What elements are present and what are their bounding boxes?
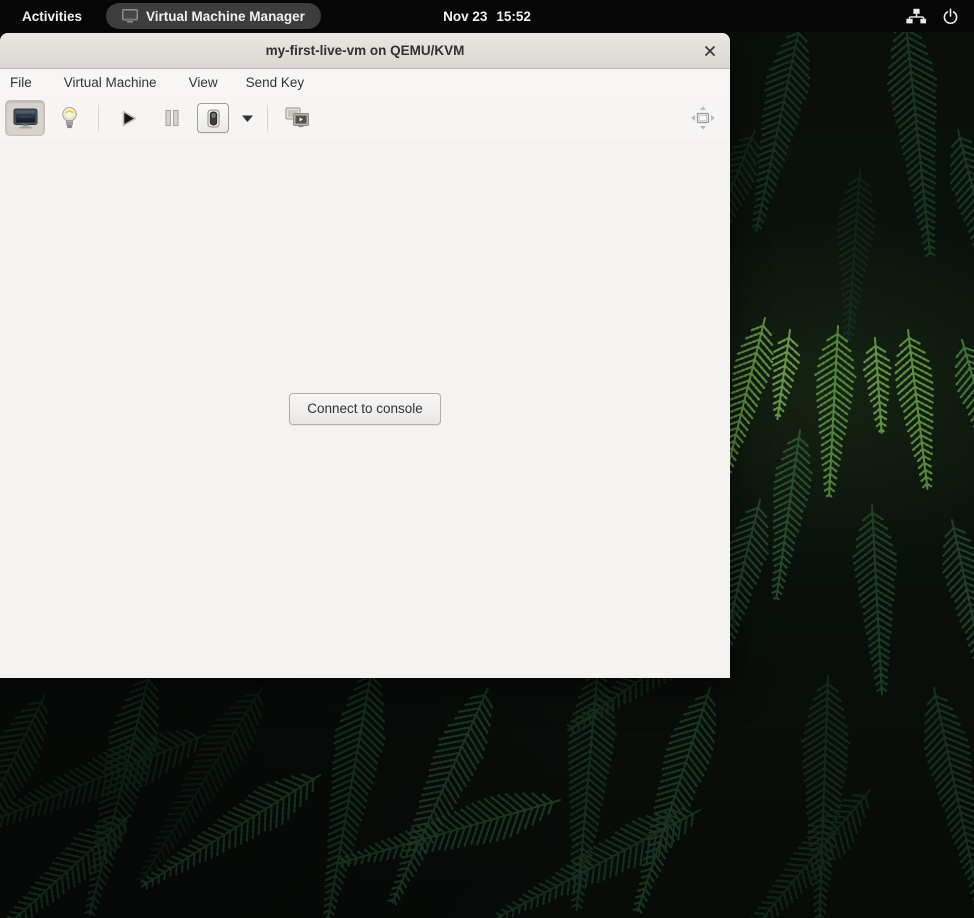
window-titlebar[interactable]: my-first-live-vm on QEMU/KVM [0, 33, 730, 69]
menu-send-key[interactable]: Send Key [236, 71, 315, 94]
menu-virtual-machine[interactable]: Virtual Machine [54, 71, 167, 94]
toolbar-separator [98, 105, 99, 131]
menu-bar: File Virtual Machine View Send Key [0, 69, 730, 96]
focused-app-label: Virtual Machine Manager [146, 9, 305, 24]
hardware-details-button[interactable] [50, 101, 88, 135]
shutdown-menu-button[interactable] [233, 103, 261, 133]
window-arrows-icon [689, 104, 717, 132]
clock[interactable]: Nov 23 15:52 [443, 9, 531, 24]
monitor-icon [13, 108, 38, 129]
window-title: my-first-live-vm on QEMU/KVM [266, 43, 465, 58]
activities-button[interactable]: Activities [18, 6, 86, 27]
clock-date: Nov 23 [443, 9, 487, 24]
close-icon [703, 44, 717, 58]
run-button [109, 101, 147, 135]
console-view-button[interactable] [6, 101, 44, 135]
chevron-down-icon [241, 114, 254, 123]
system-status-area[interactable] [906, 8, 959, 25]
vm-monitor-icon [122, 9, 138, 23]
wired-network-icon[interactable] [906, 8, 926, 24]
shutdown-button[interactable] [197, 103, 229, 133]
fullscreen-button[interactable] [278, 101, 316, 135]
clock-time: 15:52 [496, 9, 531, 24]
gnome-top-bar: Activities Virtual Machine Manager Nov 2… [0, 0, 974, 32]
pause-button [153, 101, 191, 135]
toolbar-separator [267, 105, 268, 131]
menu-view[interactable]: View [179, 71, 228, 94]
vm-console-window: my-first-live-vm on QEMU/KVM File Virtua… [0, 33, 730, 678]
menu-file[interactable]: File [0, 71, 42, 94]
focused-app-button[interactable]: Virtual Machine Manager [106, 3, 321, 29]
dual-monitor-icon [285, 107, 310, 130]
connect-to-console-button[interactable]: Connect to console [289, 393, 441, 425]
pause-icon [162, 108, 182, 128]
power-icon[interactable] [942, 8, 959, 25]
play-icon [117, 107, 140, 130]
power-switch-icon [207, 109, 220, 128]
lightbulb-icon [61, 106, 78, 131]
toolbar [0, 96, 730, 140]
console-area: Connect to console [0, 140, 730, 678]
close-button[interactable] [697, 38, 723, 64]
resize-to-vm-button[interactable] [687, 102, 719, 134]
